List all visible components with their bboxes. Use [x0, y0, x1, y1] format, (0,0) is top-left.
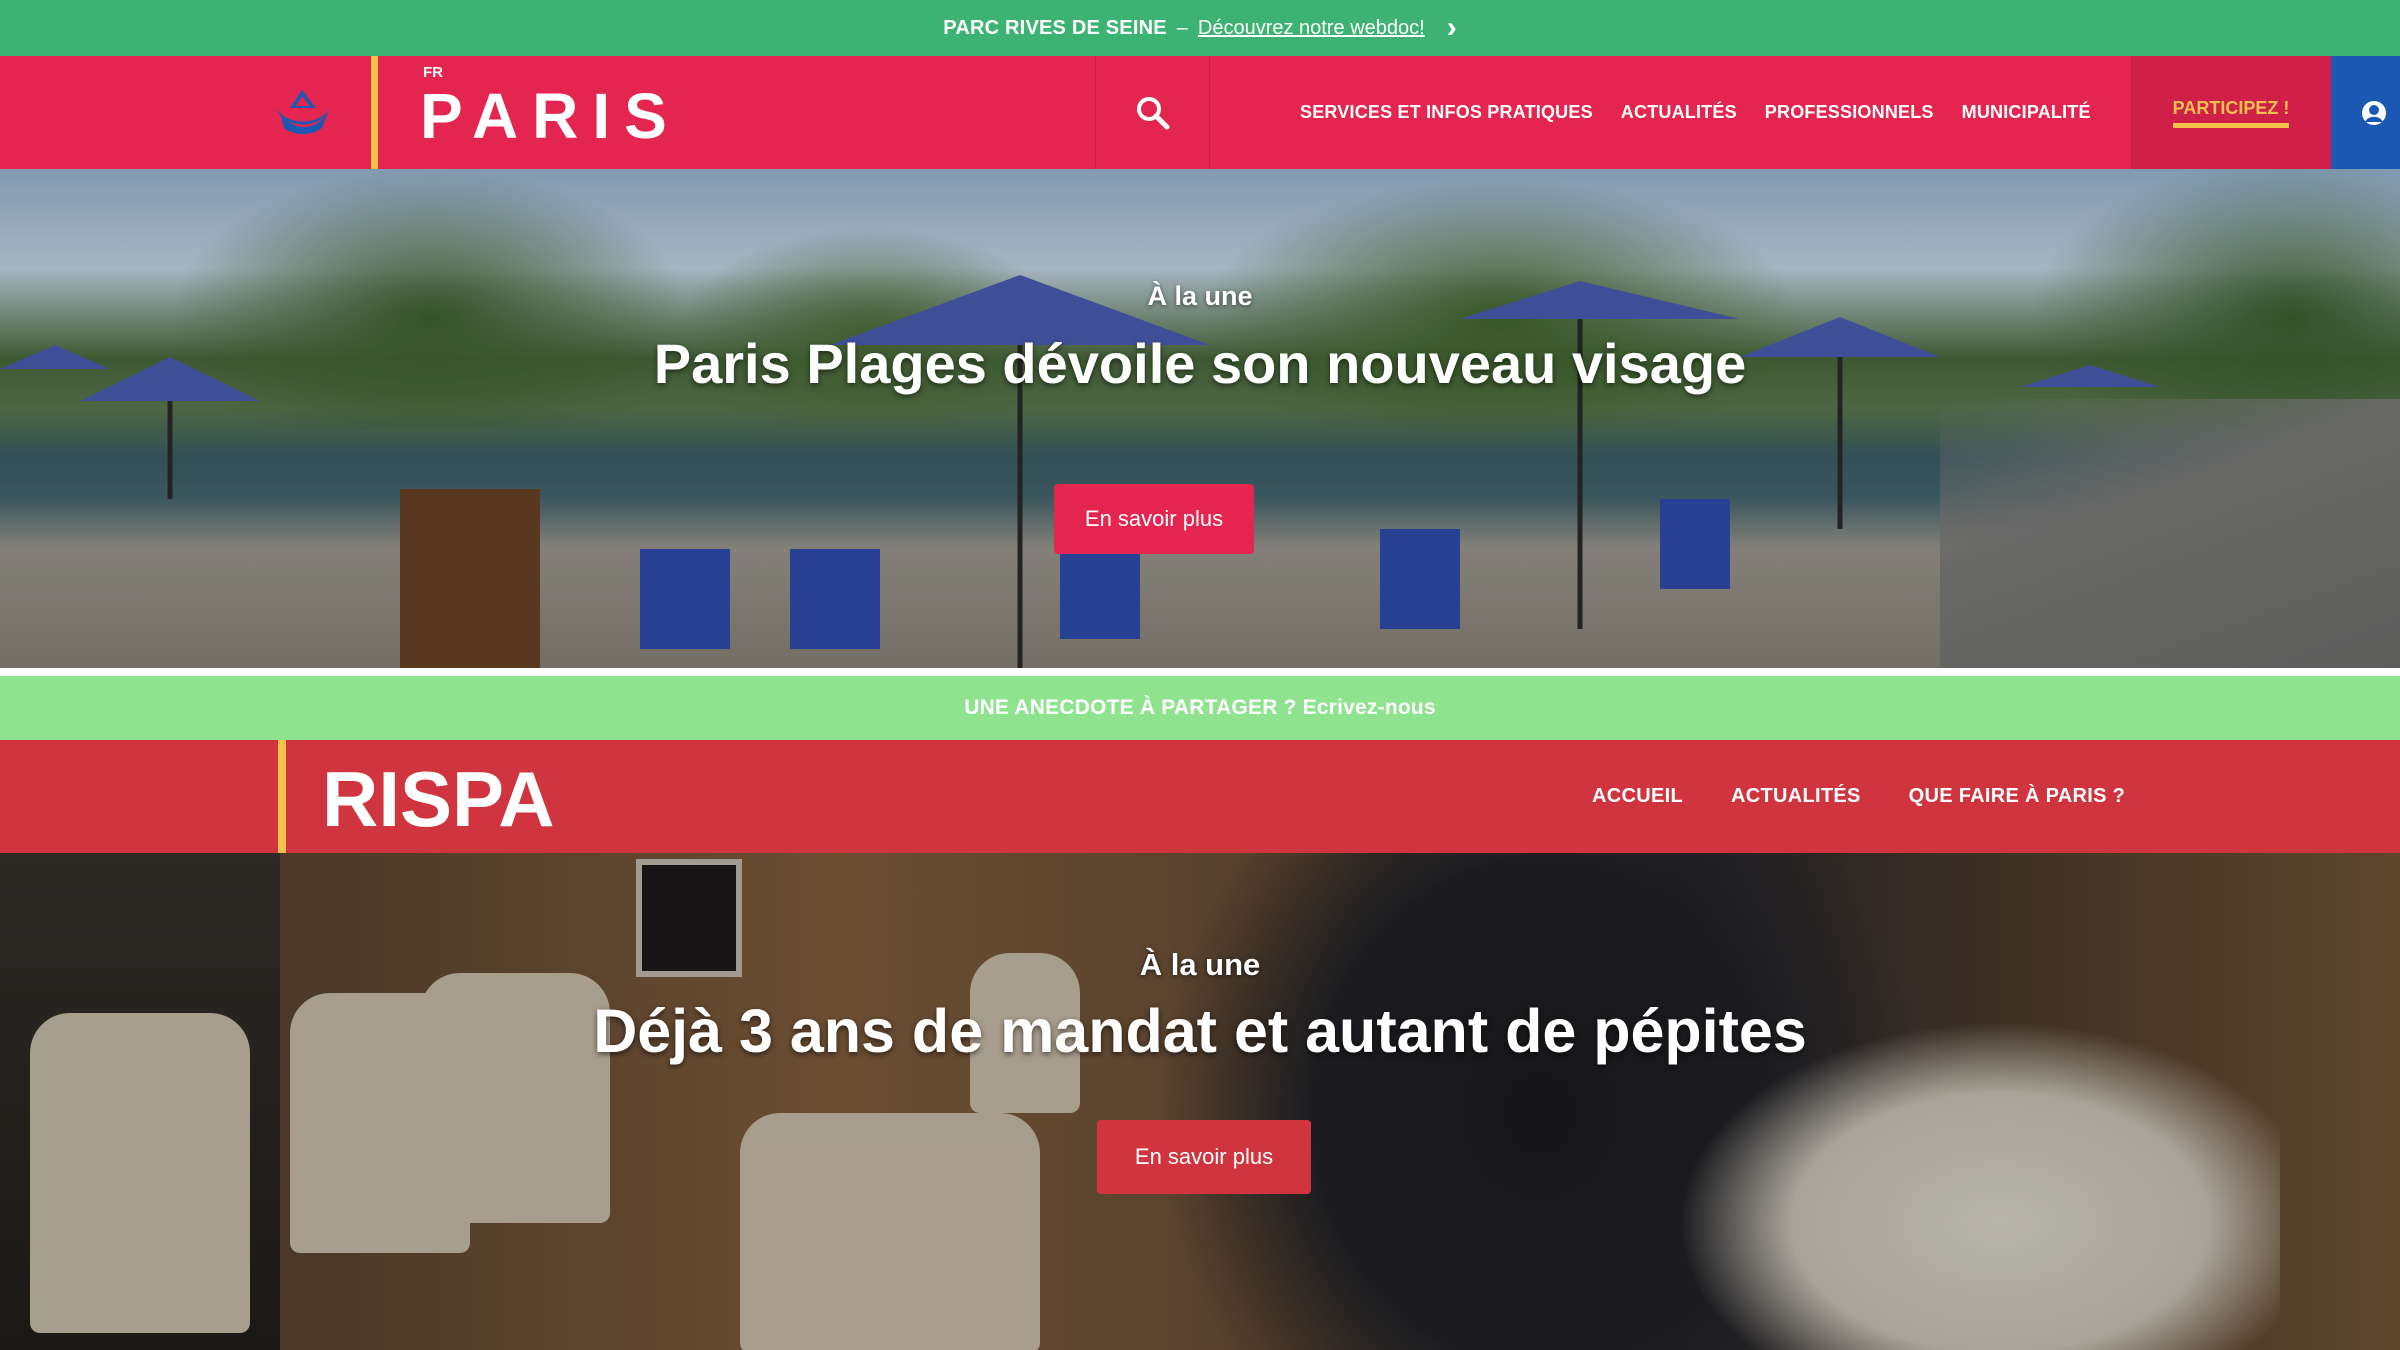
hero-title[interactable]: Paris Plages dévoile son nouveau visage: [600, 333, 1800, 395]
hero-title[interactable]: Déjà 3 ans de mandat et autant de pépite…: [0, 997, 2400, 1065]
hero-photo-overlay: [0, 169, 2400, 668]
participez-button[interactable]: PARTICIPEZ !: [2131, 56, 2331, 169]
nav-item-accueil[interactable]: ACCUEIL: [1592, 785, 1683, 808]
nav-item-services[interactable]: SERVICES ET INFOS PRATIQUES: [1300, 102, 1593, 123]
hero-en-savoir-plus-button[interactable]: En savoir plus: [1097, 1120, 1311, 1194]
hero-kicker: À la une: [1147, 281, 1253, 311]
paris-wordmark[interactable]: PARIS: [420, 84, 681, 148]
nav-item-professionnels[interactable]: PROFESSIONNELS: [1765, 102, 1934, 123]
logo-divider: [371, 56, 378, 169]
rispa-navigation: ACCUEIL ACTUALITÉS QUE FAIRE À PARIS ?: [1592, 740, 2125, 853]
nav-item-actualites[interactable]: ACTUALITÉS: [1621, 102, 1737, 123]
participez-label: PARTICIPEZ !: [2172, 98, 2290, 128]
paris-boat-logo-icon[interactable]: [272, 86, 334, 136]
announcement-bar: PARC RIVES DE SEINE – Découvrez notre we…: [0, 0, 2400, 56]
hero-photo-overlay: [0, 853, 2400, 1350]
language-selector[interactable]: FR: [423, 64, 443, 81]
paris-site-header: FR PARIS SERVICES ET INFOS PRATIQUES ACT…: [0, 56, 2400, 169]
webdoc-link[interactable]: Découvrez notre webdoc!: [1198, 17, 1425, 40]
user-account-icon: [2362, 100, 2386, 125]
section-divider: [0, 668, 2400, 676]
hero-mandat: À la une Déjà 3 ans de mandat et autant …: [0, 853, 2400, 1350]
announcement-title: PARC RIVES DE SEINE: [943, 16, 1167, 39]
account-button[interactable]: [2331, 56, 2400, 169]
rispa-site-header: RISPA ACCUEIL ACTUALITÉS QUE FAIRE À PAR…: [0, 740, 2400, 853]
hero-en-savoir-plus-button[interactable]: En savoir plus: [1054, 484, 1254, 554]
nav-item-rispa-actualites[interactable]: ACTUALITÉS: [1731, 785, 1861, 808]
main-navigation: SERVICES ET INFOS PRATIQUES ACTUALITÉS P…: [1300, 56, 2091, 169]
chevron-right-icon[interactable]: ›: [1447, 13, 1457, 43]
anecdote-text: UNE ANECDOTE À PARTAGER ? Ecrivez-nous: [964, 696, 1436, 719]
search-button[interactable]: [1095, 56, 1210, 169]
rispa-wordmark[interactable]: RISPA: [322, 760, 555, 838]
hero-kicker: À la une: [1139, 947, 1261, 982]
announcement-separator: –: [1176, 16, 1188, 39]
nav-item-que-faire[interactable]: QUE FAIRE À PARIS ?: [1909, 785, 2125, 808]
search-icon: [1136, 96, 1169, 129]
nav-item-municipalite[interactable]: MUNICIPALITÉ: [1962, 102, 2091, 123]
rispa-logo-divider: [278, 740, 286, 853]
hero-paris-plages: À la une Paris Plages dévoile son nouvea…: [0, 169, 2400, 668]
anecdote-banner[interactable]: UNE ANECDOTE À PARTAGER ? Ecrivez-nous: [0, 676, 2400, 740]
